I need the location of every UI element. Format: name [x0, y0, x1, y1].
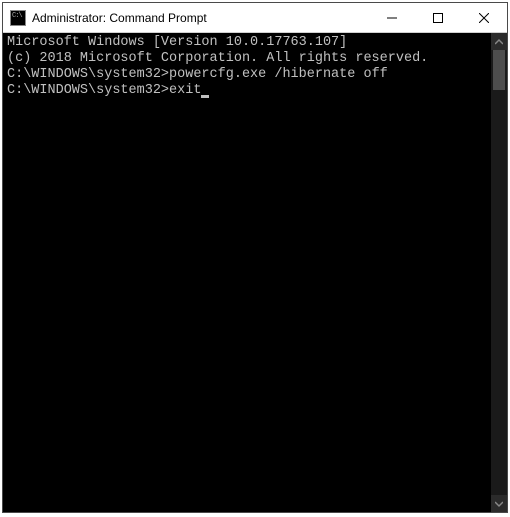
command-line-1: C:\WINDOWS\system32>powercfg.exe /hibern… [7, 67, 491, 83]
window-title: Administrator: Command Prompt [32, 11, 369, 25]
copyright-line: (c) 2018 Microsoft Corporation. All righ… [7, 51, 491, 67]
chevron-up-icon [495, 38, 503, 46]
command-line-2: C:\WINDOWS\system32>exit [7, 83, 491, 99]
maximize-button[interactable] [415, 3, 461, 32]
maximize-icon [433, 13, 443, 23]
scroll-up-button[interactable] [491, 33, 507, 50]
version-line: Microsoft Windows [Version 10.0.17763.10… [7, 35, 491, 51]
cmd-icon [10, 10, 26, 26]
scroll-down-button[interactable] [491, 495, 507, 512]
terminal-output[interactable]: Microsoft Windows [Version 10.0.17763.10… [3, 33, 491, 512]
scroll-track[interactable] [491, 50, 507, 495]
close-icon [479, 13, 489, 23]
command-prompt-window: Administrator: Command Prompt Microsoft [2, 2, 508, 513]
cursor [201, 95, 209, 98]
minimize-button[interactable] [369, 3, 415, 32]
vertical-scrollbar[interactable] [491, 33, 507, 512]
command-1: powercfg.exe /hibernate off [169, 67, 388, 83]
command-2: exit [169, 83, 201, 99]
close-button[interactable] [461, 3, 507, 32]
prompt-1: C:\WINDOWS\system32> [7, 67, 169, 83]
content-area: Microsoft Windows [Version 10.0.17763.10… [3, 33, 507, 512]
minimize-icon [387, 13, 397, 23]
scroll-thumb[interactable] [493, 50, 505, 90]
window-controls [369, 3, 507, 32]
titlebar[interactable]: Administrator: Command Prompt [3, 3, 507, 33]
prompt-2: C:\WINDOWS\system32> [7, 83, 169, 99]
chevron-down-icon [495, 500, 503, 508]
